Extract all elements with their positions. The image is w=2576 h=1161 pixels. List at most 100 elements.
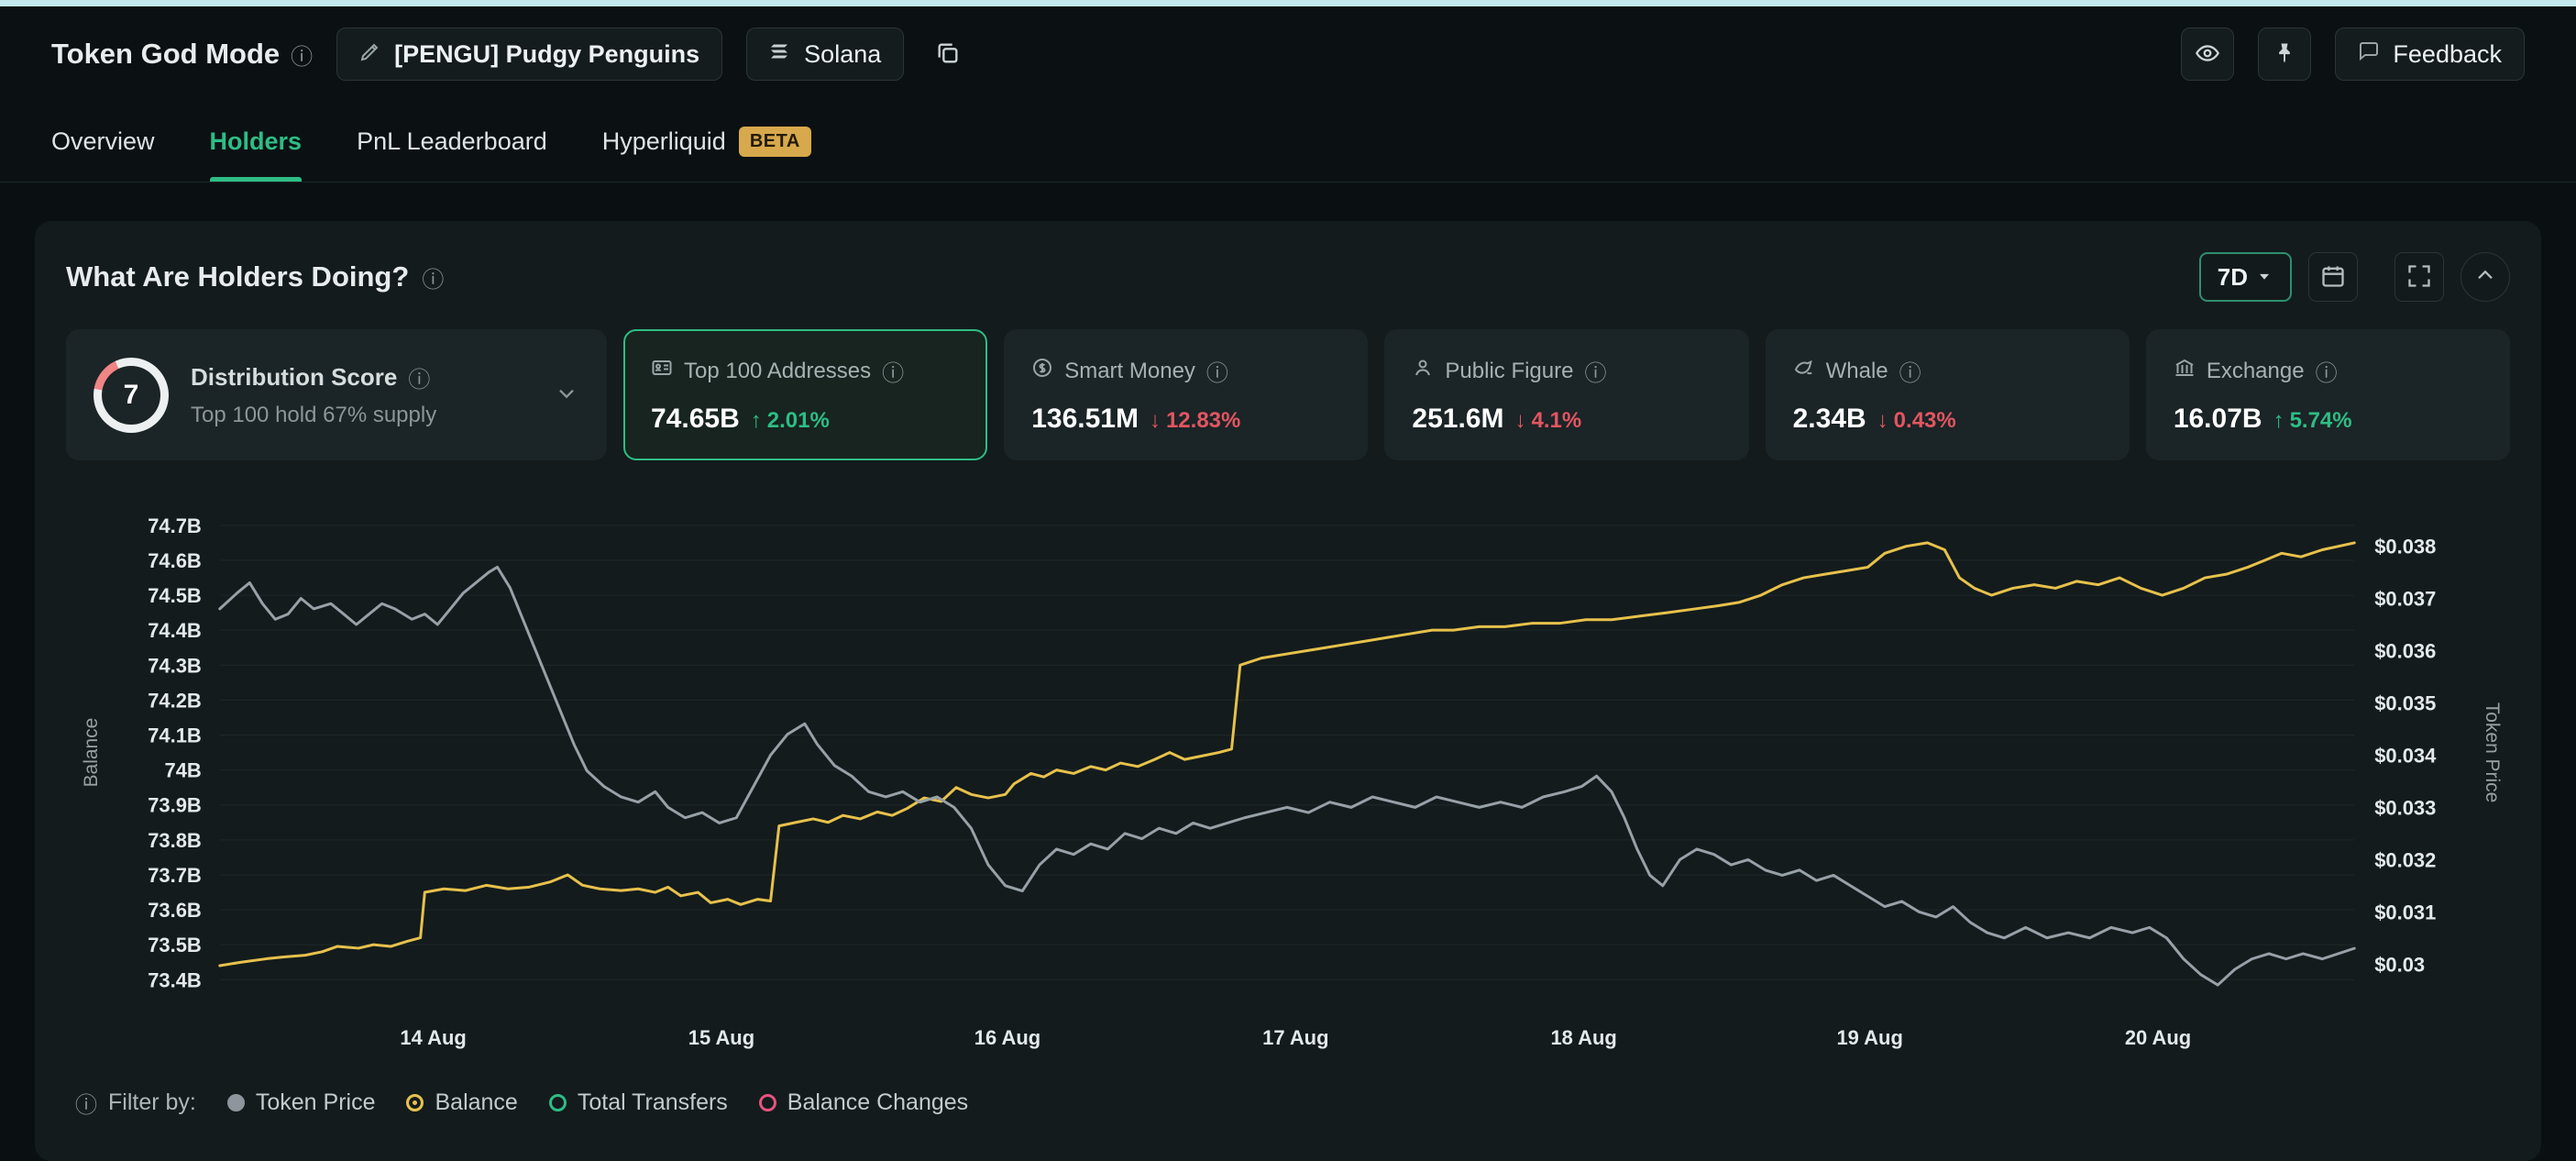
pin-button[interactable] [2258, 28, 2311, 81]
svg-text:74.6B: 74.6B [148, 549, 202, 572]
address-card-icon [651, 357, 673, 385]
svg-text:$0.033: $0.033 [2374, 796, 2436, 819]
distribution-score-value: 7 [102, 366, 160, 425]
stat-card-exchange[interactable]: Exchange ⓘ 16.07B ↑ 5.74% [2146, 329, 2510, 460]
svg-text:$0.032: $0.032 [2374, 848, 2436, 871]
chevron-up-icon [2472, 263, 2498, 292]
distribution-score-label: Distribution Score ⓘ [191, 361, 532, 393]
svg-text:73.6B: 73.6B [148, 899, 202, 922]
info-icon[interactable]: ⓘ [882, 355, 904, 387]
balance-changes-dot-icon [759, 1094, 776, 1111]
stat-change: ↓ 0.43% [1877, 408, 1956, 434]
token-selector-button[interactable]: [PENGU] Pudgy Penguins [336, 28, 722, 81]
tab-overview[interactable]: Overview [51, 102, 155, 182]
svg-text:15 Aug: 15 Aug [688, 1026, 754, 1049]
svg-text:14 Aug: 14 Aug [400, 1026, 466, 1049]
stat-change: ↑ 5.74% [2273, 408, 2352, 434]
info-icon[interactable]: ⓘ [1899, 355, 1921, 387]
trend-arrow-icon: ↓ [1150, 408, 1161, 434]
stat-card-smart-money[interactable]: Smart Money ⓘ 136.51M ↓ 12.83% [1004, 329, 1368, 460]
svg-text:73.9B: 73.9B [148, 794, 202, 817]
svg-text:74.3B: 74.3B [148, 654, 202, 677]
svg-text:73.8B: 73.8B [148, 829, 202, 852]
info-icon[interactable]: ⓘ [75, 1087, 97, 1119]
svg-text:74.4B: 74.4B [148, 619, 202, 642]
stat-value: 16.07B [2174, 404, 2262, 435]
chain-selector-label: Solana [804, 40, 881, 69]
chevron-down-icon[interactable] [554, 380, 579, 410]
trend-arrow-icon: ↑ [751, 408, 762, 434]
beta-badge: BETA [739, 127, 811, 157]
edit-pencil-icon [359, 40, 381, 69]
holders-panel: What Are Holders Doing? ⓘ 7D [35, 221, 2541, 1161]
info-icon[interactable]: ⓘ [422, 261, 444, 293]
filter-option-total-transfers[interactable]: Total Transfers [549, 1089, 728, 1116]
svg-text:19 Aug: 19 Aug [1836, 1026, 1902, 1049]
token-price-dot-icon [227, 1094, 245, 1111]
distribution-score-card[interactable]: 7 Distribution Score ⓘ Top 100 hold 67% … [66, 329, 607, 460]
trend-arrow-icon: ↑ [2273, 408, 2284, 434]
svg-text:74.2B: 74.2B [148, 689, 202, 712]
tab-hyperliquid[interactable]: Hyperliquid BETA [602, 102, 811, 182]
svg-text:74.5B: 74.5B [148, 584, 202, 607]
collapse-panel-button[interactable] [2460, 252, 2510, 302]
balance-dot-icon [406, 1094, 424, 1111]
svg-text:74.7B: 74.7B [148, 514, 202, 537]
svg-text:74B: 74B [165, 759, 202, 782]
eye-icon [2195, 40, 2220, 69]
copy-address-button[interactable] [928, 28, 968, 81]
feedback-button[interactable]: Feedback [2335, 28, 2525, 81]
svg-text:20 Aug: 20 Aug [2125, 1026, 2191, 1049]
chart-canvas[interactable]: 74.7B 74.6B 74.5B 74.4B 74.3B 74.2B 74.1B 74B 73… [66, 488, 2510, 1074]
svg-text:17 Aug: 17 Aug [1262, 1026, 1328, 1049]
info-icon[interactable]: ⓘ [291, 39, 313, 71]
svg-text:73.5B: 73.5B [148, 934, 202, 956]
page-title: Token God Mode ⓘ [51, 38, 313, 71]
caret-down-icon [2255, 263, 2273, 292]
svg-text:74.1B: 74.1B [148, 724, 202, 746]
holders-line-chart[interactable]: 74.7B 74.6B 74.5B 74.4B 74.3B 74.2B 74.1B 74B 73… [66, 488, 2510, 1074]
panel-title: What Are Holders Doing? ⓘ [66, 260, 444, 293]
filter-option-balance[interactable]: Balance [406, 1089, 517, 1116]
time-range-dropdown[interactable]: 7D [2199, 252, 2292, 302]
filter-by-label: ⓘ Filter by: [75, 1087, 196, 1119]
svg-text:73.7B: 73.7B [148, 864, 202, 887]
filter-option-balance-changes[interactable]: Balance Changes [759, 1089, 968, 1116]
token-selector-label: [PENGU] Pudgy Penguins [394, 40, 699, 69]
stat-card-top-100-addresses[interactable]: Top 100 Addresses ⓘ 74.65B ↑ 2.01% [623, 329, 987, 460]
chain-selector-button[interactable]: Solana [746, 28, 904, 81]
stat-value: 136.51M [1031, 404, 1139, 435]
holder-stats-row: 7 Distribution Score ⓘ Top 100 hold 67% … [66, 329, 2510, 460]
watchlist-button[interactable] [2181, 28, 2234, 81]
tab-pnl-leaderboard[interactable]: PnL Leaderboard [357, 102, 547, 182]
fullscreen-button[interactable] [2394, 252, 2444, 302]
filter-option-token-price[interactable]: Token Price [227, 1089, 376, 1116]
distribution-score-gauge: 7 [94, 358, 169, 433]
distribution-score-subtitle: Top 100 hold 67% supply [191, 403, 532, 428]
stat-card-whale[interactable]: Whale ⓘ 2.34B ↓ 0.43% [1766, 329, 2130, 460]
calendar-button[interactable] [2308, 252, 2358, 302]
stat-change: ↓ 4.1% [1514, 408, 1581, 434]
info-icon[interactable]: ⓘ [1584, 355, 1606, 387]
main-content: What Are Holders Doing? ⓘ 7D [0, 182, 2576, 1161]
calendar-icon [2320, 263, 2346, 292]
stat-value: 2.34B [1793, 404, 1866, 435]
stat-change: ↑ 2.01% [751, 408, 830, 434]
info-icon[interactable]: ⓘ [408, 361, 430, 393]
chat-bubble-icon [2358, 40, 2380, 69]
tab-holders[interactable]: Holders [210, 102, 303, 182]
svg-text:$0.037: $0.037 [2374, 587, 2436, 610]
svg-text:$0.031: $0.031 [2374, 901, 2436, 923]
time-range-value: 7D [2218, 263, 2248, 292]
stat-change: ↓ 12.83% [1150, 408, 1240, 434]
stat-card-public-figure[interactable]: Public Figure ⓘ 251.6M ↓ 4.1% [1384, 329, 1748, 460]
bank-icon [2174, 357, 2196, 385]
svg-text:$0.036: $0.036 [2374, 639, 2436, 662]
info-icon[interactable]: ⓘ [2316, 355, 2338, 387]
chart-filter-row: ⓘ Filter by: Token Price Balance Total T… [66, 1074, 2510, 1139]
whale-icon [1793, 357, 1815, 385]
app-title-text: Token God Mode [51, 38, 280, 71]
info-icon[interactable]: ⓘ [1206, 355, 1228, 387]
trend-arrow-icon: ↓ [1877, 408, 1888, 434]
person-icon [1412, 357, 1434, 385]
